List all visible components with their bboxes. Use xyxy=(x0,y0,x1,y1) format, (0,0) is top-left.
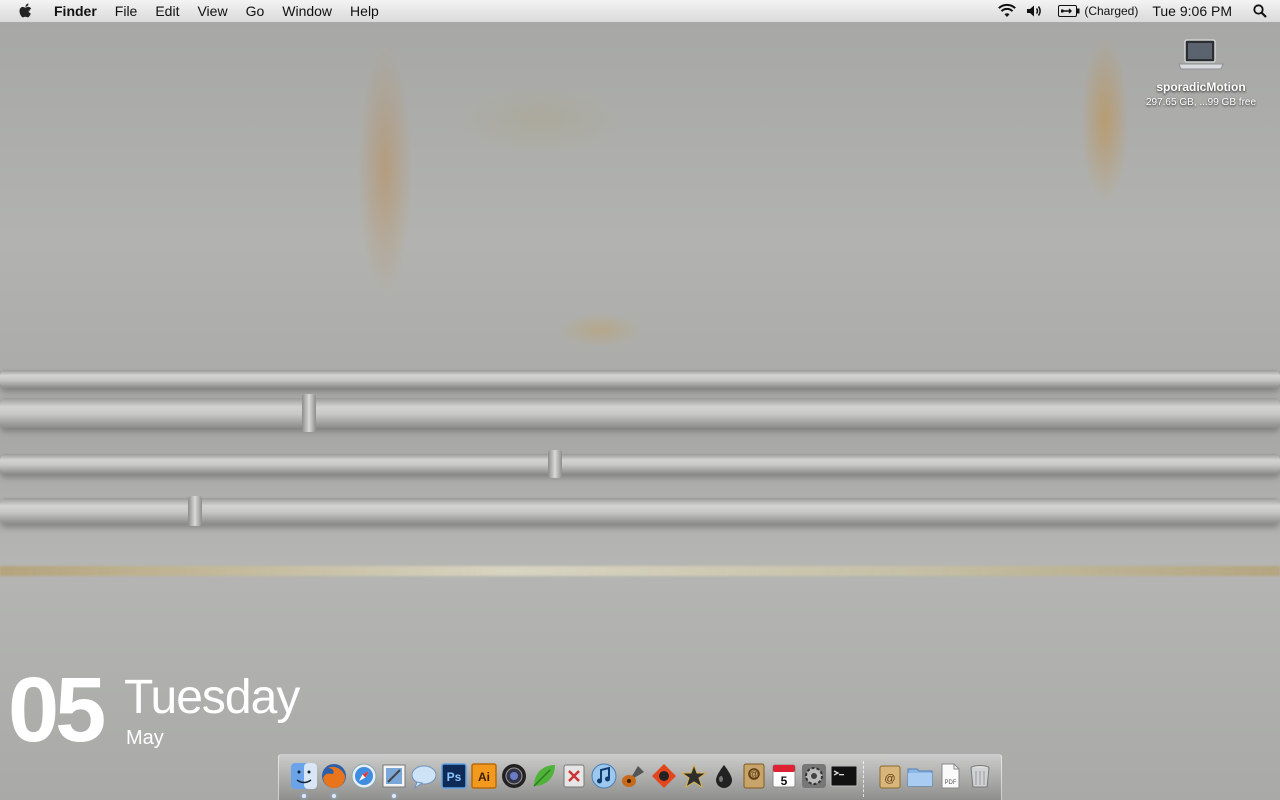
illustrator-label: Ai xyxy=(478,770,490,784)
menu-view[interactable]: View xyxy=(188,0,236,22)
address-book-icon[interactable]: @ xyxy=(739,761,769,791)
folder-stack-icon[interactable] xyxy=(905,761,935,791)
photoshop-icon[interactable]: Ps xyxy=(439,761,469,791)
imovie-star-icon[interactable] xyxy=(679,761,709,791)
menu-go[interactable]: Go xyxy=(237,0,274,22)
ichat-icon[interactable] xyxy=(409,761,439,791)
safari-icon[interactable] xyxy=(349,761,379,791)
pipe-coupler xyxy=(302,394,316,432)
laptop-drive-icon xyxy=(1177,38,1225,74)
trash-icon[interactable] xyxy=(965,761,995,791)
battery-status[interactable]: (Charged) xyxy=(1084,4,1138,18)
svg-text:@: @ xyxy=(884,773,895,785)
wall-pipe xyxy=(0,370,1280,388)
svg-text:@: @ xyxy=(749,769,758,779)
firefox-icon[interactable] xyxy=(319,761,349,798)
wall-pipe xyxy=(0,398,1280,428)
battery-icon[interactable] xyxy=(1058,0,1080,22)
ical-date-label: 5 xyxy=(781,774,788,788)
preview-icon[interactable] xyxy=(379,761,409,798)
documents-stack-icon[interactable]: @ xyxy=(875,761,905,791)
itunes-icon[interactable] xyxy=(589,761,619,791)
pdf-document-icon[interactable]: PDF xyxy=(935,761,965,791)
dock: Ps Ai @ 5 @ PDF xyxy=(278,754,1002,800)
wifi-icon[interactable] xyxy=(996,0,1018,22)
system-preferences-icon[interactable] xyxy=(799,761,829,791)
running-indicator xyxy=(302,794,306,798)
menu-app-name[interactable]: Finder xyxy=(46,0,106,22)
date-month: May xyxy=(126,727,164,749)
spotlight-icon[interactable] xyxy=(1250,0,1270,22)
wall-pipe xyxy=(0,454,1280,474)
finder-icon[interactable] xyxy=(289,761,319,798)
date-weekday: Tuesday xyxy=(124,671,300,724)
pdf-label: PDF xyxy=(945,780,957,786)
ical-icon[interactable]: 5 xyxy=(769,761,799,791)
desktop-drive[interactable]: sporadicMotion 297.65 GB, ...99 GB free xyxy=(1136,38,1266,108)
menu-edit[interactable]: Edit xyxy=(146,0,188,22)
utility-icon[interactable] xyxy=(559,761,589,791)
menu-bar: Finder File Edit View Go Window Help (Ch… xyxy=(0,0,1280,23)
menu-help[interactable]: Help xyxy=(341,0,388,22)
drive-name: sporadicMotion xyxy=(1156,80,1246,94)
running-indicator xyxy=(392,794,396,798)
wall-stain xyxy=(0,566,1280,576)
volume-icon[interactable] xyxy=(1024,0,1044,22)
photoshop-label: Ps xyxy=(447,770,462,784)
menu-clock[interactable]: Tue 9:06 PM xyxy=(1152,3,1232,19)
pipe-coupler xyxy=(188,496,202,526)
aperture-icon[interactable] xyxy=(499,761,529,791)
illustrator-icon[interactable]: Ai xyxy=(469,761,499,791)
garageband-icon[interactable] xyxy=(619,761,649,791)
apple-icon[interactable] xyxy=(16,0,36,22)
leaf-icon[interactable] xyxy=(529,761,559,791)
terminal-icon[interactable] xyxy=(829,761,859,791)
droplet-icon[interactable] xyxy=(709,761,739,791)
menu-file[interactable]: File xyxy=(106,0,147,22)
date-day: 05 xyxy=(8,659,106,761)
dock-separator xyxy=(863,761,869,797)
running-indicator xyxy=(332,794,336,798)
reason-icon[interactable] xyxy=(649,761,679,791)
pipe-coupler xyxy=(548,450,562,478)
menu-window[interactable]: Window xyxy=(273,0,341,22)
drive-info: 297.65 GB, ...99 GB free xyxy=(1145,97,1257,108)
